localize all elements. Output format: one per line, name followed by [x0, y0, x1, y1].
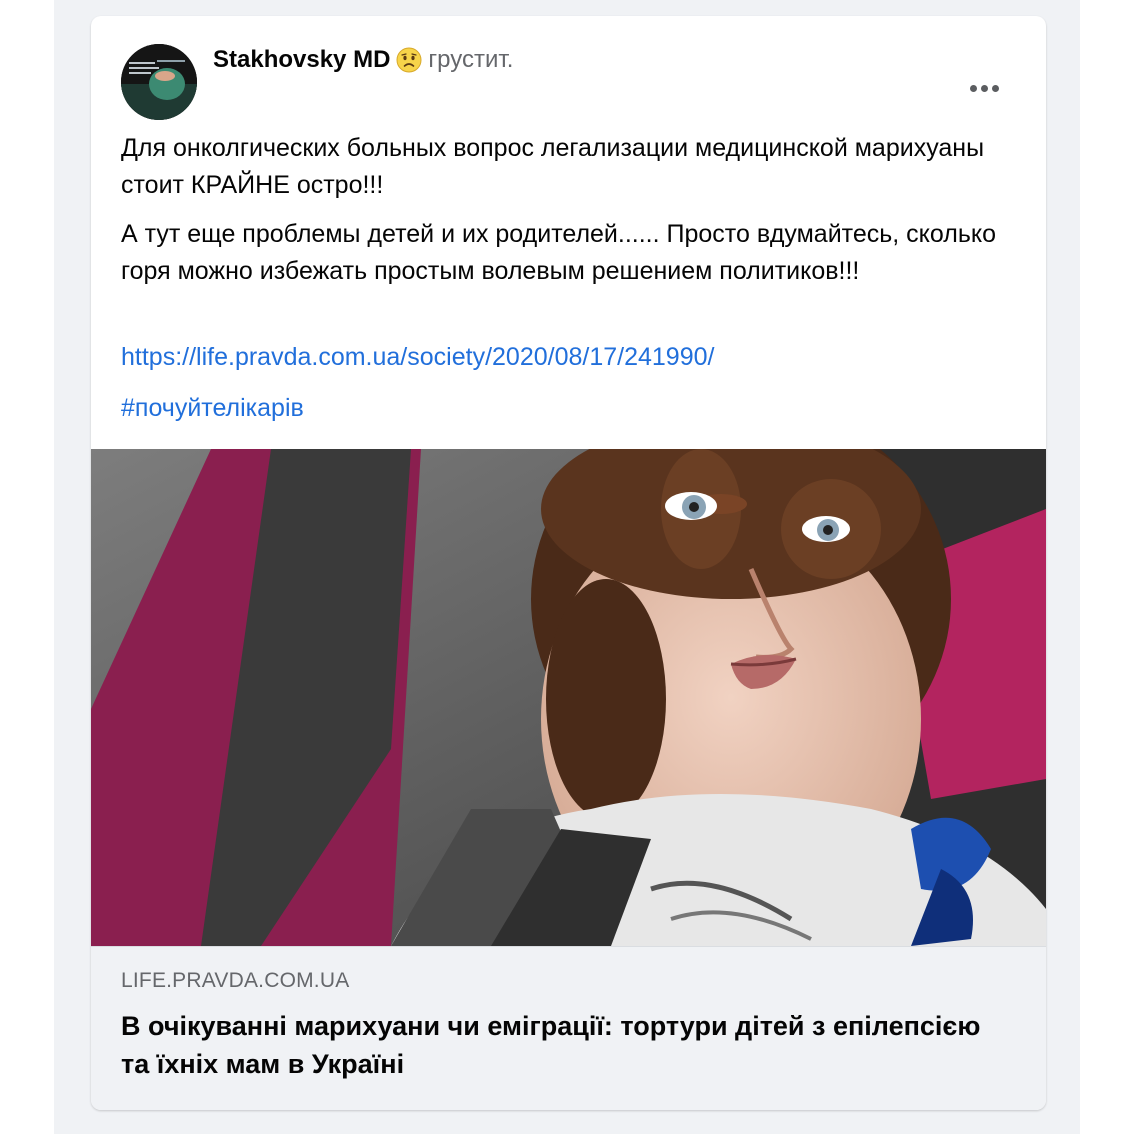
post-paragraph: Для онколгических больных вопрос легализ…	[121, 134, 985, 199]
post-url-link[interactable]: https://life.pravda.com.ua/society/2020/…	[121, 339, 714, 376]
author-line: Stakhovsky MD грустит.	[213, 44, 513, 76]
feeling-text: грустит.	[428, 46, 514, 73]
post-header: Stakhovsky MD грустит.	[91, 16, 1046, 126]
preview-title[interactable]: В очікуванні марихуани чи еміграції: тор…	[121, 1007, 1001, 1083]
link-preview-card[interactable]: LIFE.PRAVDA.COM.UA В очікуванні марихуан…	[91, 449, 1046, 1110]
avatar-image	[121, 44, 197, 120]
post-text: Для онколгических больных вопрос легализ…	[121, 130, 1021, 302]
more-options-button[interactable]	[960, 66, 1008, 110]
preview-image	[91, 449, 1046, 946]
author-name[interactable]: Stakhovsky MD	[213, 46, 390, 74]
author-avatar[interactable]	[121, 44, 197, 120]
preview-domain: LIFE.PRAVDA.COM.UA	[121, 969, 350, 992]
post-hashtag-link[interactable]: #почуйтелікарів	[121, 390, 304, 427]
post-paragraph: А тут еще проблемы детей и их родителей.…	[121, 220, 996, 285]
preview-meta: LIFE.PRAVDA.COM.UA В очікуванні марихуан…	[91, 946, 1046, 1110]
sad-face-icon	[396, 47, 422, 73]
post-card: Stakhovsky MD грустит. Для онколгических…	[91, 16, 1046, 1110]
more-options-icon	[969, 84, 999, 92]
